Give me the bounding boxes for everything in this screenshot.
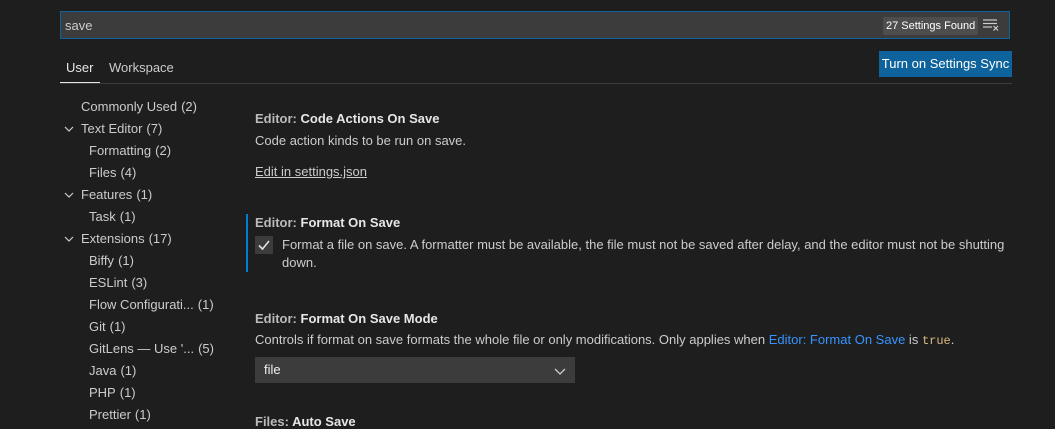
setting-category: Files: xyxy=(255,414,293,429)
setting-description: Controls if format on save formats the w… xyxy=(255,332,954,348)
chevron-down-icon[interactable] xyxy=(64,124,74,134)
toc-item[interactable]: Biffy (1) xyxy=(60,250,230,272)
settings-search-input[interactable] xyxy=(65,12,865,38)
format-on-save-checkbox[interactable] xyxy=(255,236,273,254)
toc-item-count: (4) xyxy=(120,165,137,180)
toc-item-label: Extensions xyxy=(81,231,145,246)
setting-category: Editor: xyxy=(255,111,301,126)
toc-item-count: (1) xyxy=(109,319,126,334)
toc-item-count: (1) xyxy=(197,297,214,312)
select-value: file xyxy=(264,362,281,377)
setting-name: Code Actions On Save xyxy=(300,111,440,126)
toc-item-label: Java xyxy=(89,363,117,378)
tab-workspace[interactable]: Workspace xyxy=(109,57,174,83)
toc-item-count: (1) xyxy=(119,209,136,224)
format-on-save-setting-link[interactable]: Editor: Format On Save xyxy=(769,332,906,347)
settings-count-badge: 27 Settings Found xyxy=(883,17,979,35)
chevron-down-icon xyxy=(554,368,566,375)
format-on-save-description: Format a file on save. A formatter must … xyxy=(282,237,1005,270)
setting-title: Editor: Code Actions On Save xyxy=(255,111,439,126)
setting-category: Editor: xyxy=(255,311,301,326)
toc-item-label: Biffy xyxy=(89,253,115,268)
settings-scope-tabs: User Workspace xyxy=(60,57,1012,84)
toc-item-count: (17) xyxy=(148,231,172,246)
toc-item-label: Formatting xyxy=(89,143,152,158)
description-text: Controls if format on save formats the w… xyxy=(255,332,769,347)
toc-item-label: Git xyxy=(89,319,106,334)
toc-item[interactable]: Commonly Used (2) xyxy=(60,96,230,118)
toc-item-count: (7) xyxy=(146,121,163,136)
toc-item-label: Features xyxy=(81,187,133,202)
setting-title: Editor: Format On Save Mode xyxy=(255,311,438,326)
setting-description: Code action kinds to be run on save. xyxy=(255,133,467,148)
setting-title: Editor: Format On Save xyxy=(255,215,400,230)
setting-format-on-save-mode: Editor: Format On Save Mode Controls if … xyxy=(246,301,1026,386)
setting-auto-save: Files: Auto Save xyxy=(246,408,1026,429)
toc-item[interactable]: Files (4) xyxy=(60,162,230,184)
code-value: true xyxy=(921,334,951,348)
toc-item[interactable]: ESLint (3) xyxy=(60,272,230,294)
chevron-down-icon[interactable] xyxy=(64,190,74,200)
toc-item-label: Commonly Used xyxy=(81,99,178,114)
toc-item[interactable]: Git (1) xyxy=(60,316,230,338)
toc-item[interactable]: PHP (1) xyxy=(60,382,230,404)
toc-item-count: (1) xyxy=(119,385,136,400)
tab-user[interactable]: User xyxy=(60,57,100,83)
toc-item-label: Prettier xyxy=(89,407,131,422)
toc-item[interactable]: Extensions (17) xyxy=(60,228,230,250)
toc-item-label: GitLens — Use '... xyxy=(89,341,195,356)
setting-title: Files: Auto Save xyxy=(255,414,356,429)
setting-name: Format On Save Mode xyxy=(300,311,438,326)
toc-item-label: PHP xyxy=(89,385,116,400)
toc-item-count: (1) xyxy=(134,407,151,422)
setting-format-on-save: Editor: Format On Save Format a file on … xyxy=(246,214,1028,272)
toc-item[interactable]: Formatting (2) xyxy=(60,140,230,162)
toc-item[interactable]: Task (1) xyxy=(60,206,230,228)
toc-item-count: (3) xyxy=(131,275,148,290)
toc-item-label: Flow Configurati... xyxy=(89,297,194,312)
setting-code-actions-on-save: Editor: Code Actions On Save Code action… xyxy=(246,96,1026,196)
setting-name: Format On Save xyxy=(300,215,401,230)
toc-item[interactable]: Text Editor (7) xyxy=(60,118,230,140)
toc-item-label: Files xyxy=(89,165,117,180)
toc-item-count: (2) xyxy=(155,143,172,158)
settings-search-box[interactable]: 27 Settings Found xyxy=(60,11,1010,39)
turn-on-settings-sync-button[interactable]: Turn on Settings Sync xyxy=(879,51,1012,77)
clear-filter-icon[interactable] xyxy=(982,18,1000,32)
toc-item-label: ESLint xyxy=(89,275,128,290)
description-text: is xyxy=(905,332,922,347)
toc-item[interactable]: GitLens — Use '... (5) xyxy=(60,338,230,360)
checkmark-icon xyxy=(258,240,270,251)
toc-item-count: (2) xyxy=(181,99,197,114)
edit-in-settings-json-link[interactable]: Edit in settings.json xyxy=(255,164,367,179)
toc-item-count: (1) xyxy=(118,253,134,268)
toc-item[interactable]: Flow Configurati... (1) xyxy=(60,294,230,316)
toc-item-count: (5) xyxy=(198,341,214,356)
toc-item[interactable]: Features (1) xyxy=(60,184,230,206)
settings-toc: Commonly Used (2) Text Editor (7) Formatting… xyxy=(60,96,230,426)
toc-item-count: (1) xyxy=(136,187,153,202)
format-on-save-mode-select[interactable]: file xyxy=(255,357,575,383)
chevron-down-icon[interactable] xyxy=(64,234,74,244)
toc-item-label: Text Editor xyxy=(81,121,143,136)
toc-item-label: Task xyxy=(89,209,116,224)
setting-name: Auto Save xyxy=(292,414,356,429)
setting-category: Editor: xyxy=(255,215,301,230)
toc-item-count: (1) xyxy=(120,363,137,378)
toc-item[interactable]: Java (1) xyxy=(60,360,230,382)
description-text: . xyxy=(950,332,955,347)
